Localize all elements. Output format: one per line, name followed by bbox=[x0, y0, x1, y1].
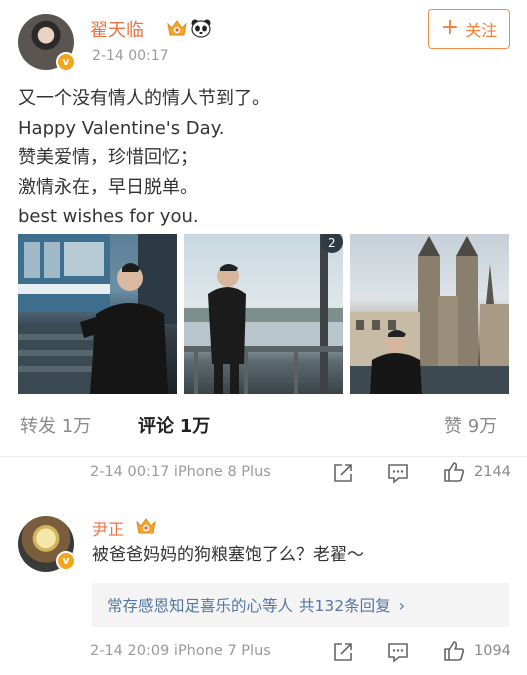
repost-count: 1万 bbox=[61, 416, 92, 437]
crown-badge-icon bbox=[167, 20, 187, 36]
crown-badge-icon bbox=[136, 518, 156, 534]
comment-meta-time-device: 2-14 20:09 iPhone 7 Plus bbox=[90, 643, 271, 659]
comment-tab-count: 1万 bbox=[179, 416, 211, 437]
post-meta-time-device: 2-14 00:17 iPhone 8 Plus bbox=[90, 464, 271, 480]
repost-tab[interactable]: 转发 1万 bbox=[20, 412, 91, 438]
divider bbox=[0, 456, 527, 457]
reply-summary: 常存感恩知足喜乐的心等人 bbox=[107, 597, 294, 615]
reply-count: 共132条回复 bbox=[299, 597, 391, 615]
like-tab[interactable]: 赞 9万 bbox=[444, 412, 497, 438]
verified-v-icon: v bbox=[56, 551, 76, 571]
comment-author-name[interactable]: 尹正 bbox=[92, 516, 124, 540]
comment-tab[interactable]: 评论 1万 bbox=[138, 412, 210, 438]
follow-button[interactable]: + 关注 bbox=[428, 9, 510, 49]
post-photo-cathedral[interactable] bbox=[350, 234, 509, 394]
repost-label: 转发 bbox=[20, 416, 56, 437]
post-timestamp: 2-14 00:17 bbox=[92, 48, 169, 64]
post-line: 又一个没有情人的情人节到了。 bbox=[18, 88, 270, 109]
post-line: Happy Valentine's Day. bbox=[18, 117, 225, 139]
plus-icon: + bbox=[440, 15, 460, 40]
svg-text:2: 2 bbox=[328, 236, 336, 250]
post-author-name[interactable]: 翟天临 bbox=[90, 16, 144, 42]
comment-like-count: 1094 bbox=[474, 643, 511, 659]
chevron-right-icon: › bbox=[398, 595, 406, 615]
comment-tab-label: 评论 bbox=[138, 416, 174, 437]
view-replies-link[interactable]: 常存感恩知足喜乐的心等人 共132条回复 › bbox=[92, 583, 509, 627]
comment-text: 被爸爸妈妈的狗粮塞饱了么？老翟～ bbox=[92, 545, 364, 565]
thumbs-up-icon[interactable] bbox=[443, 640, 465, 662]
share-icon[interactable] bbox=[332, 462, 354, 484]
post-line: 赞美爱情，珍惜回忆； bbox=[18, 147, 198, 168]
post-body: 又一个没有情人的情人节到了。 Happy Valentine's Day. 赞美… bbox=[18, 84, 508, 232]
panda-icon bbox=[191, 19, 211, 38]
follow-label: 关注 bbox=[465, 21, 498, 40]
thumbs-up-icon[interactable] bbox=[443, 461, 465, 483]
share-icon[interactable] bbox=[332, 641, 354, 663]
verified-v-icon: v bbox=[56, 52, 76, 72]
like-tab-label: 赞 bbox=[444, 416, 462, 437]
post-like-count: 2144 bbox=[474, 464, 511, 480]
comment-icon[interactable] bbox=[387, 641, 409, 663]
post-photo-lake[interactable]: 2 bbox=[184, 234, 343, 394]
post-line: 激情永在，早日脱单。 bbox=[18, 176, 198, 198]
post-line: best wishes for you. bbox=[18, 206, 199, 227]
post-photo-tram[interactable] bbox=[18, 234, 177, 394]
like-tab-count: 9万 bbox=[467, 416, 498, 437]
comment-icon[interactable] bbox=[387, 462, 409, 484]
